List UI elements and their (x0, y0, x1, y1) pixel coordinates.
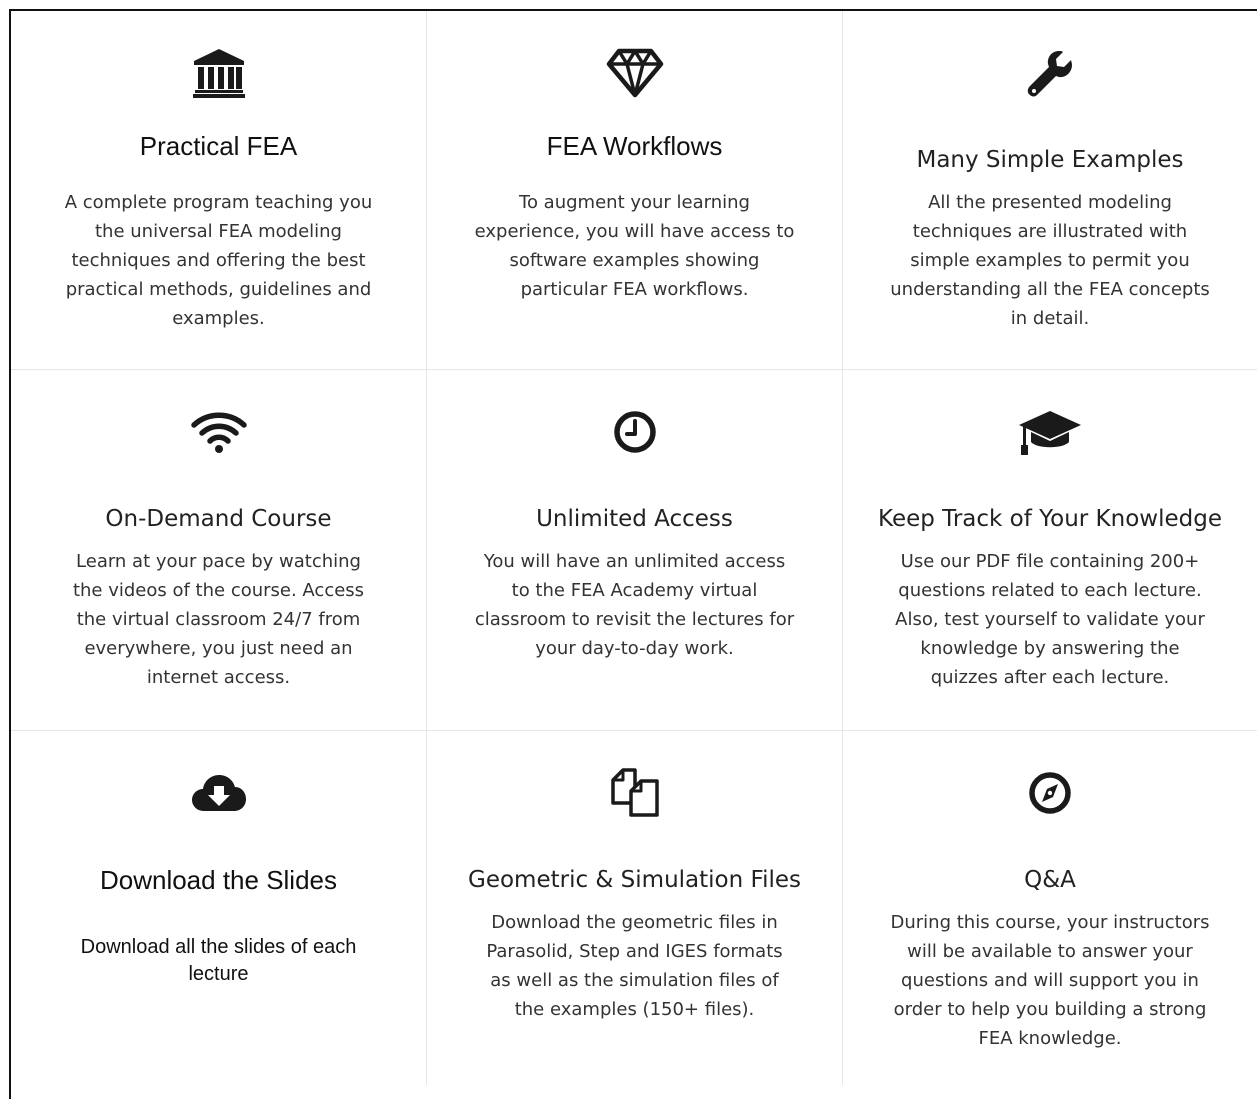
feature-description: Download all the slides of each lecture (80, 936, 357, 985)
features-grid: Practical FEA A complete program teachin… (11, 11, 1257, 1085)
feature-description: Use our PDF file containing 200+ questio… (895, 551, 1205, 688)
diamond-icon (427, 45, 842, 101)
feature-description: Download the geometric files in Parasoli… (486, 912, 783, 1020)
graduation-cap-icon (843, 404, 1257, 460)
feature-title: Q&A (1024, 867, 1076, 893)
compass-icon (843, 765, 1257, 821)
feature-title: Unlimited Access (536, 506, 733, 532)
bank-icon (11, 45, 426, 101)
feature-title: Geometric & Simulation Files (468, 867, 801, 893)
feature-practical-fea: Practical FEA A complete program teachin… (11, 11, 427, 370)
clock-icon (427, 404, 842, 460)
copy-files-icon (427, 765, 842, 821)
feature-many-simple-examples: Many Simple Examples All the presented m… (843, 11, 1257, 370)
feature-title: Download the Slides (99, 865, 338, 895)
feature-title: FEA Workflows (546, 131, 723, 161)
feature-title: On-Demand Course (105, 506, 332, 532)
feature-description: Learn at your pace by watching the video… (72, 551, 365, 688)
feature-fea-workflows: FEA Workflows To augment your learning e… (427, 11, 843, 370)
cloud-download-icon (11, 765, 426, 821)
feature-download-slides: Download the Slides Download all the sli… (11, 731, 427, 1085)
feature-description: A complete program teaching you the univ… (64, 192, 373, 329)
feature-description: All the presented modeling techniques ar… (890, 192, 1210, 329)
feature-geometric-simulation-files: Geometric & Simulation Files Download th… (427, 731, 843, 1085)
feature-description: To augment your learning experience, you… (474, 192, 795, 300)
wrench-icon (843, 45, 1257, 101)
feature-unlimited-access: Unlimited Access You will have an unlimi… (427, 370, 843, 731)
feature-on-demand-course: On-Demand Course Learn at your pace by w… (11, 370, 427, 731)
feature-keep-track-knowledge: Keep Track of Your Knowledge Use our PDF… (843, 370, 1257, 731)
wifi-icon (11, 404, 426, 460)
feature-title: Practical FEA (139, 131, 298, 161)
feature-qa: Q&A During this course, your instructors… (843, 731, 1257, 1085)
feature-title: Keep Track of Your Knowledge (878, 506, 1222, 532)
feature-description: You will have an unlimited access to the… (474, 551, 795, 659)
feature-title: Many Simple Examples (916, 147, 1184, 173)
feature-description: During this course, your instructors wil… (890, 912, 1210, 1049)
